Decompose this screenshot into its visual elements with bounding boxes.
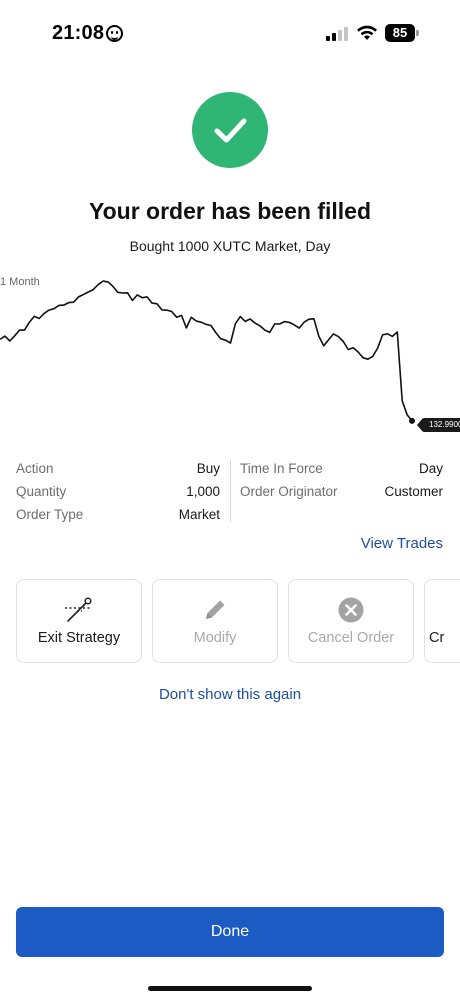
detail-key: Time In Force (240, 461, 323, 476)
detail-value: Buy (196, 461, 220, 476)
close-circle-icon (338, 597, 364, 623)
action-cards: Exit Strategy Modify Cancel Order Cr (16, 579, 460, 664)
order-summary: Bought 1000 XUTC Market, Day (129, 238, 331, 254)
price-line (0, 280, 413, 422)
detail-row-order-type: Order Type Market (16, 504, 220, 527)
detail-row-quantity: Quantity 1,000 (16, 481, 220, 504)
details-right-column: Time In Force Day Order Originator Custo… (240, 458, 443, 504)
detail-value: 1,000 (186, 484, 220, 499)
battery-icon: 85 (385, 24, 415, 42)
wifi-icon (357, 25, 377, 40)
view-trades-link[interactable]: View Trades (361, 535, 443, 552)
cellular-signal-icon (326, 27, 348, 41)
detail-key: Order Originator (240, 484, 338, 499)
chart-range-label: 1 Month (0, 276, 40, 288)
action-label: Cancel Order (307, 630, 395, 646)
exit-strategy-icon (65, 597, 92, 622)
done-button[interactable]: Done (16, 907, 444, 957)
dont-show-again-link[interactable]: Don't show this again (0, 686, 460, 703)
detail-key: Order Type (16, 507, 84, 522)
battery-tip (416, 30, 419, 36)
detail-value: Market (178, 507, 220, 522)
status-time: 21:08 (52, 22, 105, 44)
detail-value: Day (418, 461, 443, 476)
price-chart (0, 280, 415, 424)
page-title: Your order has been filled (88, 198, 372, 224)
detail-row-time-in-force: Time In Force Day (240, 458, 443, 481)
order-details: Action Buy Quantity 1,000 Order Type Mar… (16, 458, 444, 524)
detail-row-action: Action Buy (16, 458, 220, 481)
last-price-dot (409, 417, 415, 424)
action-label: Cr (429, 630, 445, 646)
detail-value: Customer (384, 484, 443, 499)
last-price-tag: 132.9900 (416, 418, 460, 432)
detail-key: Quantity (16, 484, 67, 499)
create-button[interactable]: Cr (424, 579, 460, 663)
status-bar: 21:08 85 (0, 0, 460, 64)
home-indicator (148, 986, 312, 991)
cancel-order-button[interactable]: Cancel Order (288, 579, 414, 663)
modify-button[interactable]: Modify (152, 579, 278, 663)
smiley-icon (106, 25, 123, 42)
detail-row-order-originator: Order Originator Customer (240, 481, 443, 504)
details-left-column: Action Buy Quantity 1,000 Order Type Mar… (16, 458, 220, 527)
detail-key: Action (16, 461, 54, 476)
action-label: Exit Strategy (37, 630, 121, 646)
checkmark-icon (192, 92, 268, 168)
exit-strategy-button[interactable]: Exit Strategy (16, 579, 142, 663)
pencil-icon (206, 600, 225, 619)
details-divider (230, 460, 231, 522)
action-label: Modify (193, 630, 237, 646)
